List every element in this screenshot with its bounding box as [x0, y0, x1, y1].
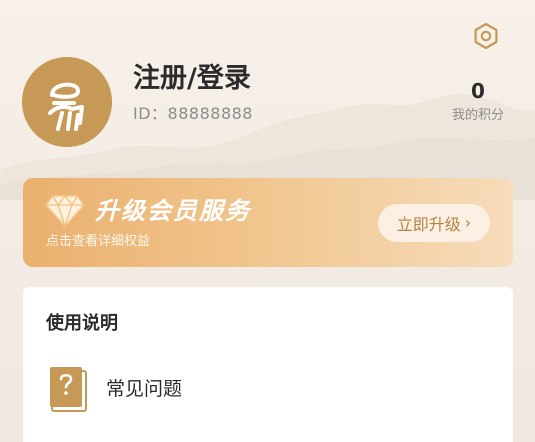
points-value[interactable]: 0: [448, 80, 508, 102]
upgrade-button-label: 立即升级: [396, 215, 461, 234]
upgrade-now-button[interactable]: 立即升级 ›: [378, 204, 490, 242]
vip-subtitle: 点击查看详细权益: [46, 234, 151, 249]
instructions-card: 使用说明 常见问题: [23, 287, 513, 442]
logo-avatar: [22, 57, 112, 147]
chevron-right-icon: ›: [464, 213, 472, 232]
settings-button[interactable]: [470, 20, 502, 52]
list-item-faq[interactable]: 常见问题: [43, 361, 493, 417]
faq-label: 常见问题: [106, 378, 183, 400]
section-title: 使用说明: [46, 313, 118, 334]
avatar[interactable]: [22, 57, 112, 147]
diamond-icon: [45, 194, 85, 228]
login-register-link[interactable]: 注册/登录: [133, 62, 251, 96]
vip-upgrade-banner[interactable]: 升级会员服务 点击查看详细权益 立即升级 ›: [23, 178, 513, 267]
settings-hexagon-icon: [474, 22, 498, 50]
user-id: ID：88888888: [133, 104, 253, 123]
question-book-icon: [50, 367, 87, 412]
vip-title: 升级会员服务: [95, 197, 251, 225]
points-label: 我的积分: [451, 108, 504, 123]
